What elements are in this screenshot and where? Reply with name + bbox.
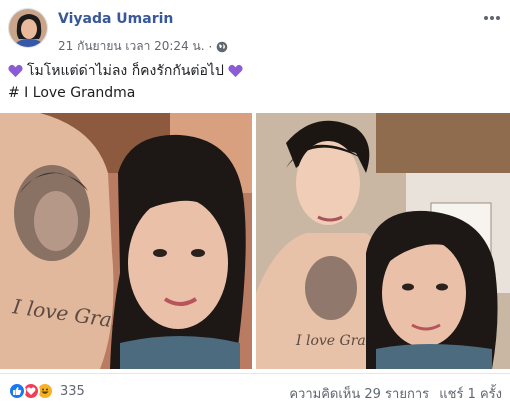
more-dot xyxy=(496,16,500,20)
post-footer: 335 ความคิดเห็น 29 รายการ แชร์ 1 ครั้ง xyxy=(0,373,510,407)
post-text-line: โมโหแต่ด่าไม่ลง ก็คงรักกันต่อไป xyxy=(8,60,502,82)
post-stats: ความคิดเห็น 29 รายการ แชร์ 1 ครั้ง xyxy=(283,383,502,404)
shares-count[interactable]: แชร์ 1 ครั้ง xyxy=(439,387,502,402)
photo-left[interactable]: I love Grandma xyxy=(0,113,252,369)
post-meta: 21 กันยายน เวลา 20:24 น. · xyxy=(58,37,228,56)
comments-count[interactable]: ความคิดเห็น 29 รายการ xyxy=(289,387,429,402)
post-text-line1: โมโหแต่ด่าไม่ลง ก็คงรักกันต่อไป xyxy=(27,63,224,79)
meta-separator: · xyxy=(208,39,213,54)
purple-heart-icon xyxy=(8,64,23,78)
post-text: โมโหแต่ด่าไม่ลง ก็คงรักกันต่อไป # I Love… xyxy=(8,60,502,104)
post-timestamp[interactable]: 21 กันยายน เวลา 20:24 น. xyxy=(58,37,205,56)
globe-icon[interactable] xyxy=(216,41,228,53)
photo-grid: I love Grandma I love Grandma xyxy=(0,113,510,369)
reactions-summary[interactable]: 335 xyxy=(8,382,85,400)
photo-right[interactable]: I love Grandma xyxy=(256,113,510,369)
purple-heart-icon xyxy=(228,64,243,78)
more-dot xyxy=(484,16,488,20)
post-header: Viyada Umarin 21 กันยายน เวลา 20:24 น. · xyxy=(8,8,502,56)
author-avatar[interactable] xyxy=(8,8,48,48)
reaction-count: 335 xyxy=(60,383,85,399)
author-name[interactable]: Viyada Umarin xyxy=(58,11,173,27)
facebook-post: Viyada Umarin 21 กันยายน เวลา 20:24 น. ·… xyxy=(0,0,510,411)
like-icon xyxy=(8,382,26,400)
post-hashtag[interactable]: # I Love Grandma xyxy=(8,82,502,104)
more-dot xyxy=(490,16,494,20)
more-options-icon[interactable] xyxy=(482,10,502,26)
